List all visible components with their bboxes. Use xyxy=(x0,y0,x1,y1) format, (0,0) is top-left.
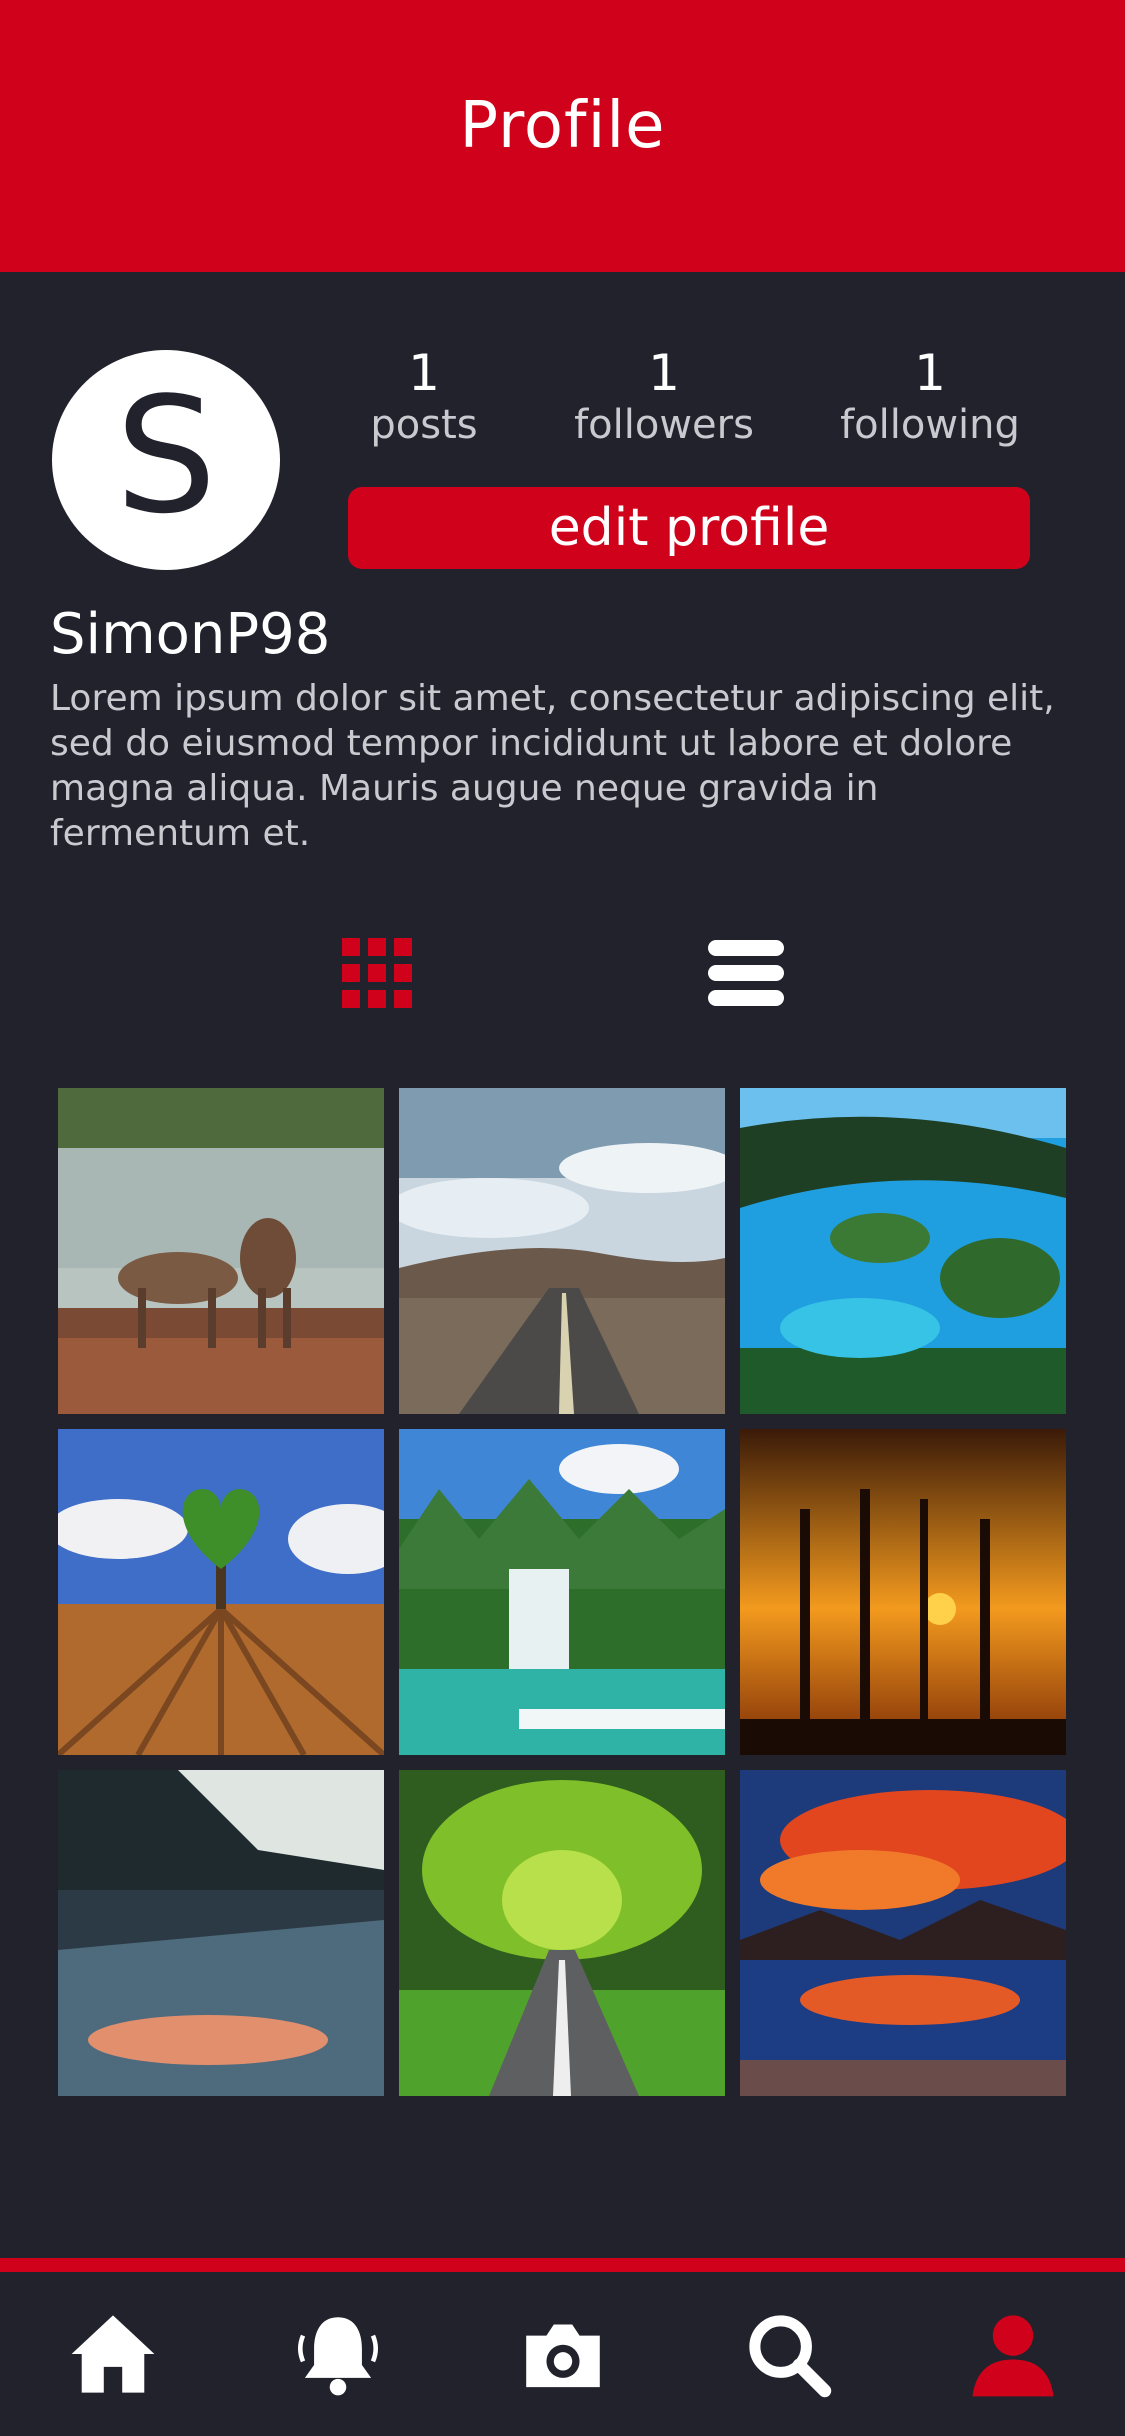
photo-lagoon[interactable] xyxy=(740,1088,1066,1414)
photo-heart-tree[interactable] xyxy=(58,1429,384,1755)
tab-home[interactable] xyxy=(63,2304,163,2404)
list-view-icon[interactable] xyxy=(708,940,784,1006)
search-icon xyxy=(748,2315,831,2398)
bottom-tab-bar xyxy=(0,2272,1125,2436)
username: SimonP98 xyxy=(50,602,331,667)
lake-reflection-photo xyxy=(58,1770,384,2096)
photo-lake-reflection[interactable] xyxy=(58,1770,384,2096)
photo-tree-tunnel[interactable] xyxy=(399,1770,725,2096)
stat-followers-value: 1 xyxy=(648,344,680,402)
bell-icon xyxy=(297,2317,378,2396)
stat-posts-label: posts xyxy=(370,402,478,448)
stat-posts-value: 1 xyxy=(408,344,440,402)
road-hills-photo xyxy=(399,1088,725,1414)
tabbar-divider xyxy=(0,2258,1125,2272)
edit-profile-button[interactable]: edit profile xyxy=(348,487,1030,569)
stat-following-value: 1 xyxy=(914,344,946,402)
stat-posts[interactable]: 1 posts xyxy=(324,345,524,449)
tab-camera[interactable] xyxy=(513,2304,613,2404)
tree-tunnel-road-photo xyxy=(399,1770,725,2096)
stat-followers[interactable]: 1 followers xyxy=(564,345,764,449)
heart-tree-field-photo xyxy=(58,1429,384,1755)
avatar[interactable]: S xyxy=(52,350,280,570)
grid-view-icon[interactable] xyxy=(342,938,412,1008)
camera-icon xyxy=(525,2324,600,2388)
waterfall-photo xyxy=(399,1429,725,1755)
tab-search[interactable] xyxy=(738,2304,838,2404)
photo-deer[interactable] xyxy=(58,1088,384,1414)
sunset-trees-photo xyxy=(740,1429,1066,1755)
photo-red-sky[interactable] xyxy=(740,1770,1066,2096)
stat-followers-label: followers xyxy=(574,402,754,448)
photo-grid xyxy=(58,1088,1068,2096)
avatar-letter: S xyxy=(115,362,217,549)
header-bar: Profile xyxy=(0,0,1125,272)
photo-sunset-trees[interactable] xyxy=(740,1429,1066,1755)
tab-notifications[interactable] xyxy=(288,2304,388,2404)
stat-following-label: following xyxy=(840,402,1020,448)
deer-photo xyxy=(58,1088,384,1414)
photo-road-hills[interactable] xyxy=(399,1088,725,1414)
lagoon-islands-photo xyxy=(740,1088,1066,1414)
home-icon xyxy=(71,2315,154,2393)
red-sky-lake-photo xyxy=(740,1770,1066,2096)
bio-text: Lorem ipsum dolor sit amet, consectetur … xyxy=(50,678,1055,854)
photo-waterfall[interactable] xyxy=(399,1429,725,1755)
profile-icon xyxy=(972,2315,1053,2397)
page-title: Profile xyxy=(459,89,666,163)
stat-following[interactable]: 1 following xyxy=(830,345,1030,449)
tab-profile[interactable] xyxy=(963,2304,1063,2404)
